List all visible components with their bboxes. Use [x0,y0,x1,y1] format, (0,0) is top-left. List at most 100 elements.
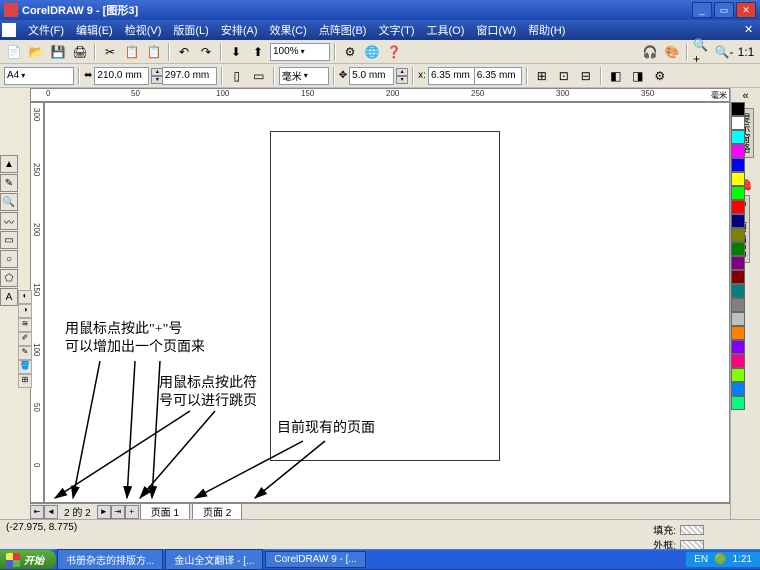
nudge-input[interactable] [349,67,394,85]
redo-button[interactable]: ↷ [196,42,216,62]
menu-file[interactable]: 文件(F) [22,20,70,40]
menu-effects[interactable]: 效果(C) [264,20,313,40]
menu-edit[interactable]: 编辑(E) [70,20,119,40]
color-swatch[interactable] [731,284,745,298]
color-swatch[interactable] [731,354,745,368]
color-swatch[interactable] [731,158,745,172]
outline-swatch[interactable] [680,540,704,550]
page-tab-1[interactable]: 页面 1 [140,503,190,520]
copy-button[interactable]: 📋 [122,42,142,62]
zoom-11-button[interactable]: 1:1 [736,42,756,62]
undo-button[interactable]: ↶ [174,42,194,62]
scripts-button[interactable]: ⚙ [340,42,360,62]
color-swatch[interactable] [731,116,745,130]
whatsthis-button[interactable]: ❓ [384,42,404,62]
color-swatch[interactable] [731,172,745,186]
fill-tool[interactable]: 🪣 [18,360,32,374]
canvas[interactable]: 用鼠标点按此"+"号 可以增加出一个页面来 用鼠标点按此符 号可以进行跳页 目前… [44,102,730,503]
landscape-button[interactable]: ▭ [249,66,269,86]
mesh-tool[interactable]: ⊞ [18,374,32,388]
save-button[interactable]: 💾 [48,42,68,62]
tray-icon[interactable]: 🟢 [714,554,726,565]
system-tray[interactable]: EN 🟢 1:21 [686,552,760,567]
pick-tool[interactable]: ▲ [0,155,18,173]
menu-view[interactable]: 检视(V) [119,20,168,40]
open-button[interactable]: 📂 [26,42,46,62]
fill-swatch[interactable] [680,525,704,535]
color-swatch[interactable] [731,368,745,382]
drawing-page[interactable] [270,131,500,461]
export-button[interactable]: ⬆ [248,42,268,62]
nudge-spinner[interactable]: ▴▾ [396,68,408,84]
polygon-tool[interactable]: ⬠ [0,269,18,287]
snap-obj-button[interactable]: ⊟ [576,66,596,86]
menu-bitmap[interactable]: 点阵图(B) [313,20,373,40]
shape-tool[interactable]: ✎ [0,174,18,192]
blend-tool[interactable]: ≋ [18,318,32,332]
dup-y-input[interactable] [474,67,522,85]
color-swatch[interactable] [731,396,745,410]
portrait-button[interactable]: ▯ [227,66,247,86]
taskbar-item-1[interactable]: 书册杂志的排版方... [57,549,163,570]
prev-page-button[interactable]: ◄ [44,505,58,519]
menu-text[interactable]: 文字(T) [372,20,420,40]
draw-complex-button[interactable]: ◨ [628,66,648,86]
zoom-out-button[interactable]: 🔍- [714,42,734,62]
zoom-tool[interactable]: 🔍 [0,193,18,211]
treat-as-filled-button[interactable]: ◧ [606,66,626,86]
snap-grid-button[interactable]: ⊞ [532,66,552,86]
color-swatch[interactable] [731,130,745,144]
zoom-combo[interactable]: 100% [270,43,330,61]
color-swatch[interactable] [731,298,745,312]
color-swatch[interactable] [731,102,745,116]
unit-combo[interactable]: 毫米 [279,67,329,85]
first-page-button[interactable]: ⇤ [30,505,44,519]
menu-layout[interactable]: 版面(L) [167,20,214,40]
new-button[interactable]: 📄 [4,42,24,62]
interactive-fill-tool[interactable]: ◐ [18,290,32,304]
ruler-vertical[interactable]: 300 250 200 150 100 50 0 [30,102,44,503]
page-width-input[interactable] [94,67,149,85]
paste-button[interactable]: 📋 [144,42,164,62]
outline-tool[interactable]: ✎ [18,346,32,360]
start-button[interactable]: 开始 [0,550,56,569]
page-height-input[interactable] [162,67,217,85]
color-swatch[interactable] [731,214,745,228]
transparency-tool[interactable]: ◑ [18,304,32,318]
menu-arrange[interactable]: 安排(A) [215,20,264,40]
eyedropper-tool[interactable]: ✐ [18,332,32,346]
taskbar-item-3[interactable]: CorelDRAW 9 - [... [265,551,365,568]
options-button[interactable]: ⚙ [650,66,670,86]
color-swatch[interactable] [731,382,745,396]
rectangle-tool[interactable]: ▭ [0,231,18,249]
freehand-tool[interactable]: 〰 [0,212,18,230]
taskbar-item-2[interactable]: 金山全文翻译 - [... [165,549,263,570]
color-swatch[interactable] [731,312,745,326]
close-button[interactable]: ✕ [736,2,756,18]
add-page-button[interactable]: + [125,505,139,519]
cut-button[interactable]: ✂ [100,42,120,62]
menu-tools[interactable]: 工具(O) [421,20,471,40]
color-swatch[interactable] [731,340,745,354]
minimize-button[interactable]: _ [692,2,712,18]
snap-guide-button[interactable]: ⊡ [554,66,574,86]
color-swatch[interactable] [731,144,745,158]
ellipse-tool[interactable]: ○ [0,250,18,268]
print-button[interactable]: 🖨 [70,42,90,62]
doc-close-button[interactable]: ✕ [744,23,758,37]
lang-indicator[interactable]: EN [694,554,708,565]
dup-x-input[interactable] [428,67,476,85]
color-swatch[interactable] [731,270,745,284]
graphics-button[interactable]: 🎨 [662,42,682,62]
color-swatch[interactable] [731,326,745,340]
page-tab-2[interactable]: 页面 2 [192,503,242,521]
corel-online-button[interactable]: 🌐 [362,42,382,62]
zoom-in-button[interactable]: 🔍+ [692,42,712,62]
community-button[interactable]: 🎧 [640,42,660,62]
last-page-button[interactable]: ⇥ [111,505,125,519]
menu-window[interactable]: 窗口(W) [470,20,522,40]
color-swatch[interactable] [731,200,745,214]
color-swatch[interactable] [731,228,745,242]
maximize-button[interactable]: ▭ [714,2,734,18]
paper-combo[interactable]: A4 [4,67,74,85]
